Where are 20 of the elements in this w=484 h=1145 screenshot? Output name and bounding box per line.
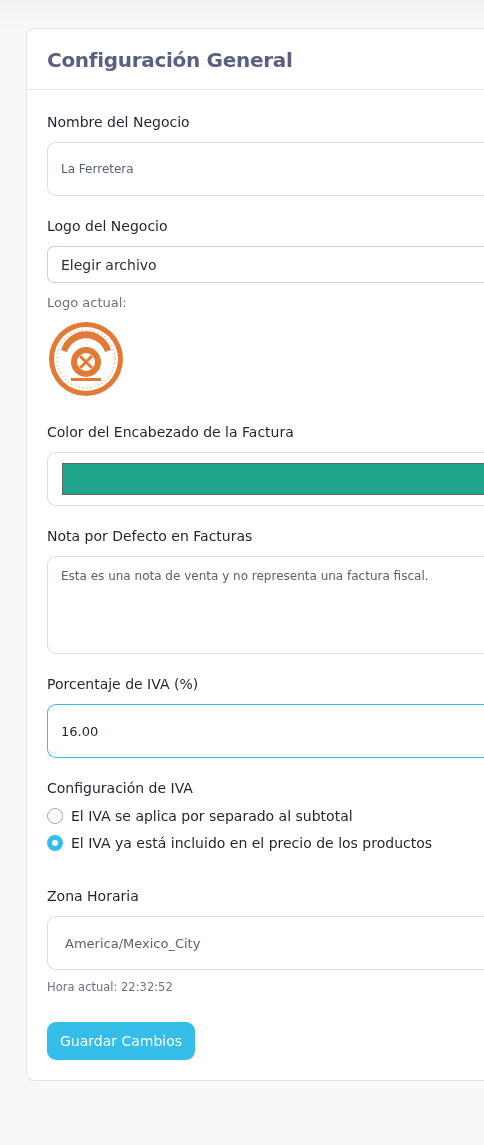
field-label: Nombre del Negocio: [47, 114, 191, 130]
field-label: Zona Horaria: [47, 888, 140, 904]
radio-button[interactable]: [47, 808, 63, 824]
logo-caption: Logo actual:: [47, 295, 128, 310]
input-field[interactable]: 16.00: [47, 704, 484, 758]
field-label: Logo del Negocio: [47, 218, 169, 234]
field-label: Nota por Defecto en Facturas: [47, 528, 254, 544]
file-input[interactable]: Elegir archivo: [47, 246, 484, 283]
radio-label: El IVA se aplica por separado al subtotal: [71, 808, 353, 824]
field-label: Porcentaje de IVA (%): [47, 676, 200, 692]
input-field[interactable]: La Ferretera: [47, 142, 484, 196]
field-label: Color del Encabezado de la Factura: [47, 424, 295, 440]
timezone-select[interactable]: America/Mexico_City: [47, 916, 484, 970]
color-field[interactable]: [47, 452, 484, 506]
card-title: Configuración General: [47, 48, 294, 72]
radio-button[interactable]: [47, 835, 63, 851]
radio-label: El IVA ya está incluido en el precio de los productos: [71, 835, 433, 851]
current-time: Hora actual: 22:32:52: [47, 980, 174, 994]
field-label: Configuración de IVA: [47, 780, 194, 796]
note-field[interactable]: Esta es una nota de venta y no representa una factura fiscal.: [47, 556, 484, 654]
